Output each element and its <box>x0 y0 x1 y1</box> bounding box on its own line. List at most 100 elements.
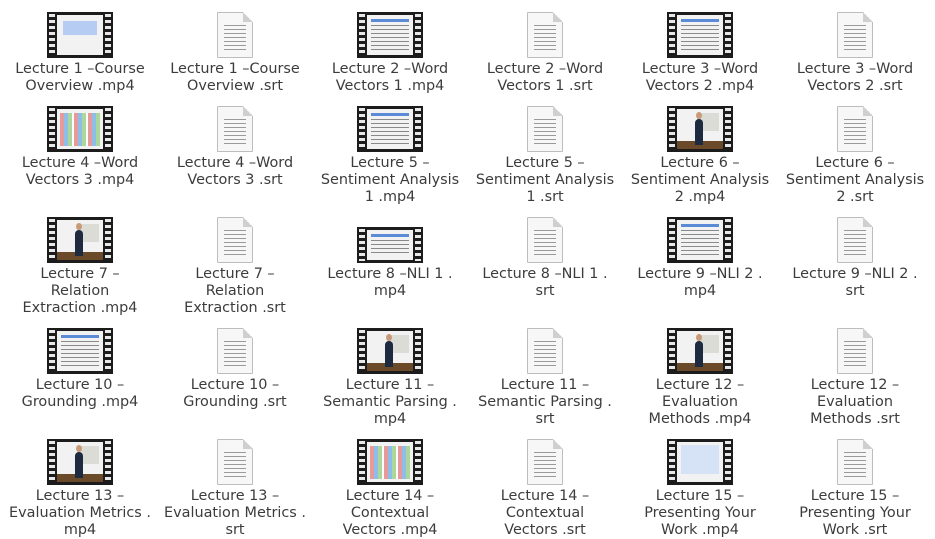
file-icon-wrap <box>217 328 253 374</box>
subtitle-file-item[interactable]: Lecture 12 – Evaluation Methods .srt <box>780 328 930 428</box>
film-icon <box>357 328 423 374</box>
file-icon-wrap <box>837 12 873 58</box>
video-file-item[interactable]: Lecture 11 – Semantic Parsing . mp4 <box>315 328 465 428</box>
file-icon-wrap <box>47 106 113 152</box>
video-thumbnail <box>57 442 103 482</box>
subtitle-file-item[interactable]: Lecture 2 –Word Vectors 1 .srt <box>470 12 620 95</box>
video-file-item[interactable]: Lecture 1 –Course Overview .mp4 <box>5 12 155 95</box>
file-name-label: Lecture 1 –Course Overview .mp4 <box>15 61 145 94</box>
file-icon-wrap <box>47 12 113 58</box>
file-icon-wrap <box>667 12 733 58</box>
subtitle-file-item[interactable]: Lecture 8 –NLI 1 . srt <box>470 217 620 300</box>
document-icon <box>837 12 873 58</box>
file-name-label: Lecture 13 – Evaluation Metrics . srt <box>164 488 306 538</box>
film-icon <box>47 217 113 263</box>
file-icon-wrap <box>837 106 873 152</box>
subtitle-file-item[interactable]: Lecture 5 – Sentiment Analysis 1 .srt <box>470 106 620 206</box>
subtitle-file-item[interactable]: Lecture 6 – Sentiment Analysis 2 .srt <box>780 106 930 206</box>
film-icon <box>47 439 113 485</box>
file-icon-wrap <box>667 439 733 485</box>
file-icon-wrap <box>837 328 873 374</box>
video-file-item[interactable]: Lecture 8 –NLI 1 . mp4 <box>315 217 465 300</box>
document-icon <box>837 439 873 485</box>
subtitle-file-item[interactable]: Lecture 4 –Word Vectors 3 .srt <box>160 106 310 189</box>
film-icon <box>357 439 423 485</box>
document-icon <box>837 217 873 263</box>
file-icon-wrap <box>217 12 253 58</box>
subtitle-file-item[interactable]: Lecture 10 – Grounding .srt <box>160 328 310 411</box>
subtitle-file-item[interactable]: Lecture 11 – Semantic Parsing . srt <box>470 328 620 428</box>
file-name-label: Lecture 9 –NLI 2 . srt <box>792 266 918 299</box>
file-icon-wrap <box>527 439 563 485</box>
file-name-label: Lecture 8 –NLI 1 . srt <box>482 266 608 299</box>
video-file-item[interactable]: Lecture 10 – Grounding .mp4 <box>5 328 155 411</box>
file-name-label: Lecture 5 – Sentiment Analysis 1 .srt <box>475 155 615 205</box>
file-icon-wrap <box>357 328 423 374</box>
file-icon-wrap <box>667 328 733 374</box>
video-file-item[interactable]: Lecture 2 –Word Vectors 1 .mp4 <box>315 12 465 95</box>
video-file-item[interactable]: Lecture 13 – Evaluation Metrics . mp4 <box>5 439 155 539</box>
video-thumbnail <box>677 220 723 260</box>
film-icon <box>667 12 733 58</box>
video-thumbnail <box>57 220 103 260</box>
document-icon <box>837 328 873 374</box>
file-name-label: Lecture 15 – Presenting Your Work .srt <box>799 488 911 538</box>
file-icon-wrap <box>667 217 733 263</box>
file-name-label: Lecture 12 – Evaluation Methods .mp4 <box>648 377 752 427</box>
film-icon <box>667 106 733 152</box>
file-name-label: Lecture 4 –Word Vectors 3 .mp4 <box>21 155 139 188</box>
file-name-label: Lecture 3 –Word Vectors 2 .srt <box>796 61 914 94</box>
video-file-item[interactable]: Lecture 3 –Word Vectors 2 .mp4 <box>625 12 775 95</box>
file-icon-wrap <box>357 106 423 152</box>
video-thumbnail <box>57 109 103 149</box>
file-name-label: Lecture 4 –Word Vectors 3 .srt <box>176 155 294 188</box>
subtitle-file-item[interactable]: Lecture 7 – Relation Extraction .srt <box>160 217 310 317</box>
file-icon-wrap <box>47 439 113 485</box>
subtitle-file-item[interactable]: Lecture 13 – Evaluation Metrics . srt <box>160 439 310 539</box>
video-thumbnail <box>677 331 723 371</box>
file-name-label: Lecture 12 – Evaluation Methods .srt <box>810 377 900 427</box>
file-name-label: Lecture 7 – Relation Extraction .mp4 <box>22 266 138 316</box>
file-name-label: Lecture 10 – Grounding .srt <box>183 377 287 410</box>
file-name-label: Lecture 14 – Contextual Vectors .srt <box>500 488 590 538</box>
file-icon-wrap <box>357 217 423 263</box>
file-icon-wrap <box>527 217 563 263</box>
file-name-label: Lecture 3 –Word Vectors 2 .mp4 <box>641 61 759 94</box>
video-file-item[interactable]: Lecture 15 – Presenting Your Work .mp4 <box>625 439 775 539</box>
video-file-item[interactable]: Lecture 9 –NLI 2 . mp4 <box>625 217 775 300</box>
video-thumbnail <box>367 15 413 55</box>
file-name-label: Lecture 1 –Course Overview .srt <box>170 61 300 94</box>
subtitle-file-item[interactable]: Lecture 3 –Word Vectors 2 .srt <box>780 12 930 95</box>
file-icon-wrap <box>217 217 253 263</box>
video-thumbnail <box>57 331 103 371</box>
film-icon <box>47 328 113 374</box>
subtitle-file-item[interactable]: Lecture 1 –Course Overview .srt <box>160 12 310 95</box>
video-file-item[interactable]: Lecture 6 – Sentiment Analysis 2 .mp4 <box>625 106 775 206</box>
video-thumbnail <box>57 15 103 55</box>
video-file-item[interactable]: Lecture 5 – Sentiment Analysis 1 .mp4 <box>315 106 465 206</box>
film-icon <box>47 106 113 152</box>
document-icon <box>217 328 253 374</box>
video-file-item[interactable]: Lecture 7 – Relation Extraction .mp4 <box>5 217 155 317</box>
video-file-item[interactable]: Lecture 14 – Contextual Vectors .mp4 <box>315 439 465 539</box>
subtitle-file-item[interactable]: Lecture 15 – Presenting Your Work .srt <box>780 439 930 539</box>
film-icon <box>357 227 423 263</box>
document-icon <box>217 106 253 152</box>
document-icon <box>217 12 253 58</box>
file-name-label: Lecture 9 –NLI 2 . mp4 <box>637 266 763 299</box>
film-icon <box>357 106 423 152</box>
video-thumbnail <box>367 331 413 371</box>
file-name-label: Lecture 7 – Relation Extraction .srt <box>184 266 286 316</box>
subtitle-file-item[interactable]: Lecture 14 – Contextual Vectors .srt <box>470 439 620 539</box>
film-icon <box>667 217 733 263</box>
video-file-item[interactable]: Lecture 12 – Evaluation Methods .mp4 <box>625 328 775 428</box>
video-file-item[interactable]: Lecture 4 –Word Vectors 3 .mp4 <box>5 106 155 189</box>
file-icon-wrap <box>217 106 253 152</box>
file-name-label: Lecture 15 – Presenting Your Work .mp4 <box>644 488 756 538</box>
document-icon <box>217 439 253 485</box>
file-icon-wrap <box>47 328 113 374</box>
subtitle-file-item[interactable]: Lecture 9 –NLI 2 . srt <box>780 217 930 300</box>
video-thumbnail <box>677 442 723 482</box>
file-icon-wrap <box>667 106 733 152</box>
file-icon-wrap <box>527 328 563 374</box>
